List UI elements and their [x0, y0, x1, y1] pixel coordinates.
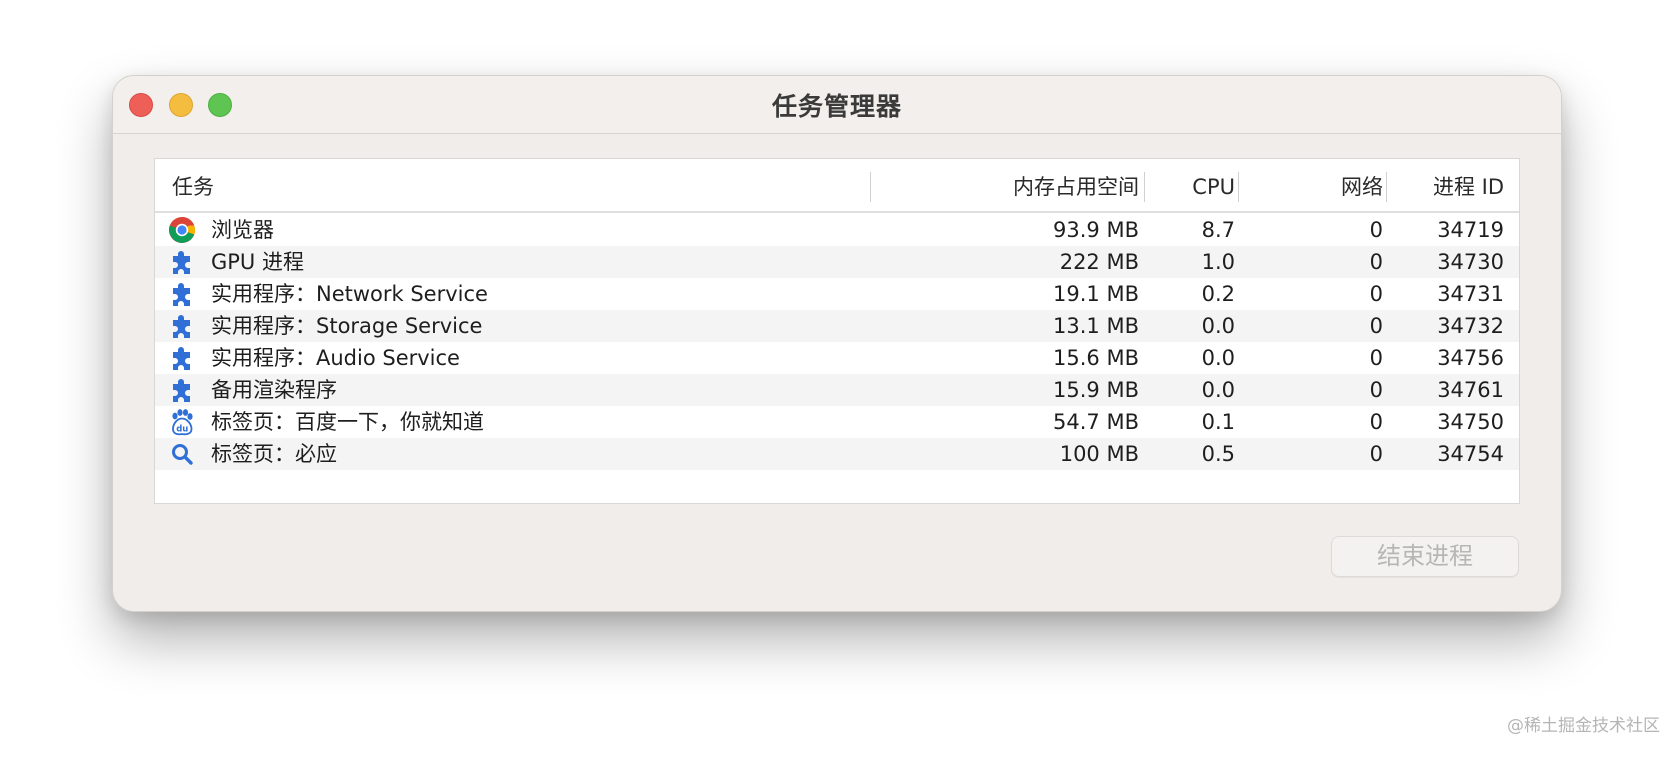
- column-header-pid[interactable]: 进程 ID: [1387, 159, 1519, 211]
- puzzle-icon: [168, 280, 196, 308]
- network-cell: 0: [1369, 378, 1383, 402]
- end-process-button[interactable]: 结束进程: [1331, 536, 1519, 577]
- window-title: 任务管理器: [771, 92, 902, 121]
- task-cell: 浏览器: [155, 214, 871, 246]
- cpu-cell: 0.0: [1201, 378, 1235, 402]
- task-name: 实用程序：Storage Service: [211, 314, 483, 338]
- column-header-network[interactable]: 网络: [1239, 159, 1387, 211]
- memory-cell: 13.1 MB: [1053, 314, 1139, 338]
- network-cell: 0: [1369, 282, 1383, 306]
- task-cell: 实用程序：Network Service: [155, 278, 871, 310]
- task-cell: du 标签页：百度一下，你就知道: [155, 406, 871, 438]
- task-name: 标签页：百度一下，你就知道: [211, 410, 484, 434]
- table-body: 浏览器 93.9 MB 8.7 0 34719 GPU 进程 222 MB 1.…: [155, 214, 1519, 470]
- pid-cell: 34750: [1437, 410, 1504, 434]
- memory-cell: 222 MB: [1059, 250, 1139, 274]
- puzzle-icon: [168, 344, 196, 372]
- task-name: GPU 进程: [211, 250, 304, 274]
- pid-cell: 34732: [1437, 314, 1504, 338]
- cpu-cell: 8.7: [1201, 218, 1235, 242]
- svg-text:du: du: [176, 425, 188, 435]
- table-row[interactable]: 备用渲染程序 15.9 MB 0.0 0 34761: [155, 374, 1519, 406]
- baidu-paw-icon: du: [168, 408, 196, 436]
- memory-cell: 54.7 MB: [1053, 410, 1139, 434]
- cpu-cell: 1.0: [1201, 250, 1235, 274]
- search-icon: [168, 440, 196, 468]
- task-cell: 实用程序：Audio Service: [155, 342, 871, 374]
- memory-cell: 15.9 MB: [1053, 378, 1139, 402]
- process-table: 任务 内存占用空间 CPU 网络 进程 ID 浏览器 93.9 MB 8.7 0…: [154, 158, 1520, 504]
- pid-cell: 34754: [1437, 442, 1504, 466]
- task-name: 标签页：必应: [211, 442, 337, 466]
- task-name: 浏览器: [211, 218, 274, 242]
- network-cell: 0: [1369, 218, 1383, 242]
- column-header-cpu[interactable]: CPU: [1145, 159, 1239, 211]
- column-header-task[interactable]: 任务: [155, 159, 871, 211]
- network-cell: 0: [1369, 346, 1383, 370]
- task-cell: 备用渲染程序: [155, 374, 871, 406]
- network-cell: 0: [1369, 250, 1383, 274]
- puzzle-icon: [168, 376, 196, 404]
- table-row[interactable]: 实用程序：Storage Service 13.1 MB 0.0 0 34732: [155, 310, 1519, 342]
- puzzle-icon: [168, 312, 196, 340]
- table-row[interactable]: 实用程序：Audio Service 15.6 MB 0.0 0 34756: [155, 342, 1519, 374]
- table-row[interactable]: 实用程序：Network Service 19.1 MB 0.2 0 34731: [155, 278, 1519, 310]
- cpu-cell: 0.0: [1201, 346, 1235, 370]
- network-cell: 0: [1369, 442, 1383, 466]
- title-bar[interactable]: 任务管理器: [113, 76, 1561, 134]
- memory-cell: 100 MB: [1059, 442, 1139, 466]
- column-header-memory[interactable]: 内存占用空间: [871, 159, 1145, 211]
- task-cell: GPU 进程: [155, 246, 871, 278]
- memory-cell: 15.6 MB: [1053, 346, 1139, 370]
- task-name: 实用程序：Network Service: [211, 282, 488, 306]
- cpu-cell: 0.2: [1201, 282, 1235, 306]
- task-cell: 实用程序：Storage Service: [155, 310, 871, 342]
- memory-cell: 19.1 MB: [1053, 282, 1139, 306]
- pid-cell: 34761: [1437, 378, 1504, 402]
- memory-cell: 93.9 MB: [1053, 218, 1139, 242]
- cpu-cell: 0.1: [1201, 410, 1235, 434]
- watermark: @稀土掘金技术社区: [1507, 716, 1660, 736]
- pid-cell: 34756: [1437, 346, 1504, 370]
- task-name: 备用渲染程序: [211, 378, 337, 402]
- task-name: 实用程序：Audio Service: [211, 346, 460, 370]
- pid-cell: 34731: [1437, 282, 1504, 306]
- chrome-icon: [168, 216, 196, 244]
- cpu-cell: 0.5: [1201, 442, 1235, 466]
- pid-cell: 34719: [1437, 218, 1504, 242]
- task-cell: 标签页：必应: [155, 438, 871, 470]
- network-cell: 0: [1369, 410, 1383, 434]
- table-row[interactable]: 标签页：必应 100 MB 0.5 0 34754: [155, 438, 1519, 470]
- table-row[interactable]: 浏览器 93.9 MB 8.7 0 34719: [155, 214, 1519, 246]
- table-row[interactable]: du 标签页：百度一下，你就知道 54.7 MB 0.1 0 34750: [155, 406, 1519, 438]
- puzzle-icon: [168, 248, 196, 276]
- network-cell: 0: [1369, 314, 1383, 338]
- cpu-cell: 0.0: [1201, 314, 1235, 338]
- pid-cell: 34730: [1437, 250, 1504, 274]
- table-header: 任务 内存占用空间 CPU 网络 进程 ID: [155, 159, 1519, 213]
- task-manager-window: 任务管理器 任务 内存占用空间 CPU 网络 进程 ID 浏览器 93.9 MB…: [112, 75, 1562, 612]
- table-row[interactable]: GPU 进程 222 MB 1.0 0 34730: [155, 246, 1519, 278]
